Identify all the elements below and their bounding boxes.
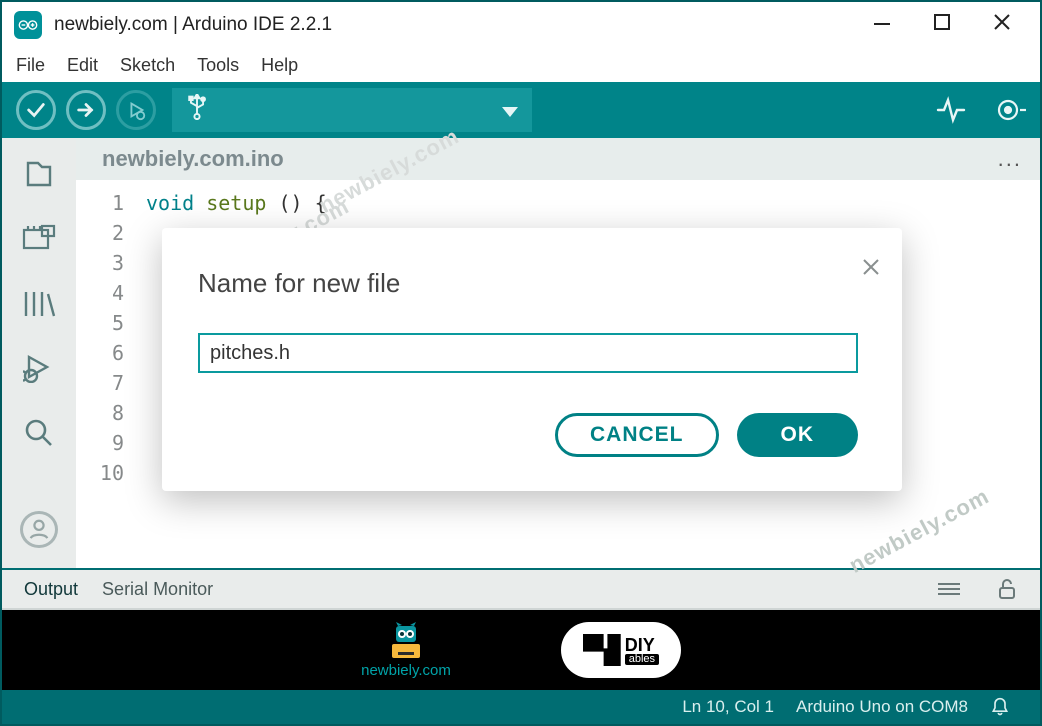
newbiely-logo-text: newbiely.com	[361, 662, 451, 679]
titlebar: newbiely.com | Arduino IDE 2.2.1	[2, 2, 1040, 48]
arduino-logo-icon	[14, 11, 42, 39]
notifications-icon[interactable]	[990, 697, 1010, 717]
line-number: 4	[76, 278, 124, 308]
diy-text: DIY	[625, 636, 659, 654]
line-number: 8	[76, 398, 124, 428]
board-selector[interactable]	[172, 88, 532, 132]
sketchbook-icon[interactable]	[21, 156, 57, 191]
line-number: 1	[76, 188, 124, 218]
diyables-icon	[583, 634, 621, 666]
dialog-buttons: CANCEL OK	[198, 413, 866, 457]
menu-file[interactable]: File	[16, 55, 45, 76]
verify-button[interactable]	[16, 90, 56, 130]
activity-bar	[2, 138, 76, 568]
status-board-port: Arduino Uno on COM8	[796, 697, 968, 717]
diy-sub-text: ables	[625, 654, 659, 665]
search-icon[interactable]	[21, 416, 57, 451]
ok-button[interactable]: OK	[737, 413, 859, 457]
status-cursor-position: Ln 10, Col 1	[682, 697, 774, 717]
boards-manager-icon[interactable]	[21, 221, 57, 256]
line-number: 7	[76, 368, 124, 398]
window-title: newbiely.com | Arduino IDE 2.2.1	[54, 14, 332, 36]
serial-plotter-icon[interactable]	[936, 95, 966, 125]
line-number: 3	[76, 248, 124, 278]
filename-input[interactable]	[198, 333, 858, 373]
app-window: newbiely.com | Arduino IDE 2.2.1 File Ed…	[0, 0, 1042, 726]
line-number: 6	[76, 338, 124, 368]
code-function: setup	[206, 191, 266, 215]
line-number: 2	[76, 218, 124, 248]
menu-help[interactable]: Help	[261, 55, 298, 76]
line-number: 5	[76, 308, 124, 338]
cancel-button[interactable]: CANCEL	[555, 413, 719, 457]
usb-icon	[186, 94, 208, 126]
line-number: 10	[76, 458, 124, 488]
close-button[interactable]	[992, 12, 1012, 38]
tab-menu-icon[interactable]: ...	[998, 146, 1022, 172]
serial-monitor-icon[interactable]	[996, 95, 1026, 125]
chevron-down-icon	[502, 97, 518, 123]
window-controls	[872, 12, 1034, 38]
maximize-button[interactable]	[932, 12, 952, 38]
bottom-panel-tabs: Output Serial Monitor	[2, 568, 1040, 610]
close-icon[interactable]	[862, 256, 880, 282]
tab-strip: newbiely.com.ino ...	[76, 138, 1040, 180]
new-file-dialog: Name for new file CANCEL OK	[162, 228, 902, 491]
line-gutter: 1 2 3 4 5 6 7 8 9 10	[76, 180, 136, 568]
menubar: File Edit Sketch Tools Help	[2, 48, 1040, 82]
menu-edit[interactable]: Edit	[67, 55, 98, 76]
code-punct: () {	[278, 191, 326, 215]
upload-button[interactable]	[66, 90, 106, 130]
minimize-button[interactable]	[872, 12, 892, 38]
debug-button[interactable]	[116, 90, 156, 130]
menu-tools[interactable]: Tools	[197, 55, 239, 76]
tab-output[interactable]: Output	[24, 579, 78, 600]
tab-active[interactable]: newbiely.com.ino	[102, 146, 284, 172]
toolbar-right	[936, 95, 1026, 125]
output-banner: newbiely.com DIY ables	[2, 610, 1040, 690]
dialog-title: Name for new file	[198, 268, 866, 299]
panel-options-icon[interactable]	[938, 578, 960, 600]
line-number: 9	[76, 428, 124, 458]
menu-sketch[interactable]: Sketch	[120, 55, 175, 76]
library-manager-icon[interactable]	[21, 286, 57, 321]
code-keyword: void	[146, 191, 194, 215]
account-icon[interactable]	[20, 511, 58, 548]
newbiely-logo: newbiely.com	[361, 622, 451, 679]
status-bar: Ln 10, Col 1 Arduino Uno on COM8	[2, 690, 1040, 724]
tab-serial-monitor[interactable]: Serial Monitor	[102, 579, 213, 600]
diyables-logo: DIY ables	[561, 622, 681, 678]
toolbar	[2, 82, 1040, 138]
debug-icon[interactable]	[21, 351, 57, 386]
panel-lock-icon[interactable]	[996, 578, 1018, 600]
